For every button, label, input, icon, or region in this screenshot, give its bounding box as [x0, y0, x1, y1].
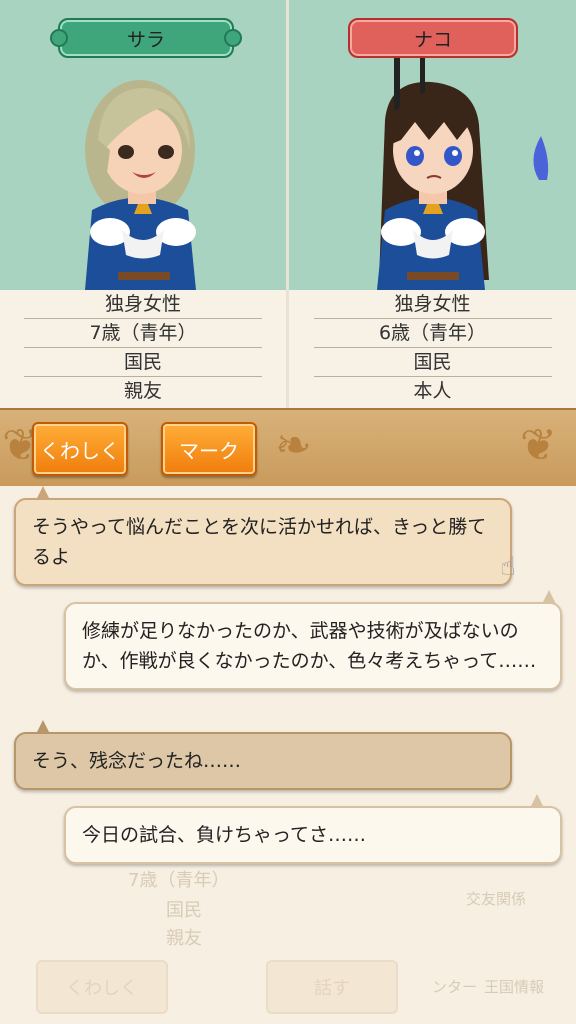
bg-info-age: 7歳（青年） [128, 870, 230, 891]
message-text: そうやって悩んだことを次に活かせれば、きっと勝てるよ [32, 516, 487, 568]
message-text: 修練が足りなかったのか、武器や技術が及ばないのか、作戦が良くなかったのか、色々考… [82, 620, 537, 672]
tap-pointer-icon: ☝ [500, 552, 516, 582]
bg-talk-button: 話す [266, 960, 398, 1014]
info-relation: 親友 [123, 380, 162, 402]
bg-info-relation: 親友 [166, 928, 202, 949]
mark-button[interactable]: マーク [161, 422, 257, 476]
bubble-tail [36, 486, 50, 500]
chat-bubble-right: 今日の試合、負けちゃってさ…… [64, 806, 562, 864]
bubble-tail [542, 590, 556, 604]
bg-menu-kingdom: 王国情報 [484, 978, 545, 996]
info-panel-left: 独身女性 7歳（青年） 国民 親友 [0, 290, 286, 408]
name-tag-left: サラ [50, 18, 242, 58]
chat-bubble-left: そう、残念だったね…… [14, 732, 512, 790]
bg-menu-friend: 交友関係 [466, 890, 527, 908]
info-marital: 独身女性 [313, 290, 552, 319]
info-panel-right: 独身女性 6歳（青年） 国民 本人 [289, 290, 576, 408]
info-age: 6歳（青年） [313, 319, 552, 348]
info-age: 7歳（青年） [24, 319, 262, 348]
chat-bubble-left: そうやって悩んだことを次に活かせれば、きっと勝てるよ [14, 498, 512, 586]
bg-details-button: くわしく [36, 960, 168, 1014]
info-marital: 独身女性 [24, 290, 262, 319]
bg-menu-center: ンター [432, 978, 478, 996]
bubble-tail [36, 720, 50, 734]
action-toolbar: ❦ ❧ ❦ くわしく マーク [0, 408, 576, 488]
info-status: 国民 [24, 348, 262, 377]
info-status: 国民 [313, 348, 552, 377]
message-text: そう、残念だったね…… [32, 750, 242, 772]
details-button[interactable]: くわしく [32, 422, 128, 476]
ornament-center-icon: ❧ [275, 420, 312, 471]
bubble-tail [530, 794, 544, 808]
ornament-right-icon: ❦ [520, 420, 557, 471]
chat-bubble-right: 修練が足りなかったのか、武器や技術が及ばないのか、作戦が良くなかったのか、色々考… [64, 602, 562, 690]
info-relation: 本人 [413, 380, 452, 402]
chat-area: 7歳（青年） 国民 親友 くわしく 話す 交友関係 王国情報 ンター そうやって… [0, 486, 576, 1024]
bg-info-status: 国民 [166, 900, 202, 921]
name-tag-right: ナコ [348, 18, 518, 58]
message-text: 今日の試合、負けちゃってさ…… [82, 824, 367, 846]
